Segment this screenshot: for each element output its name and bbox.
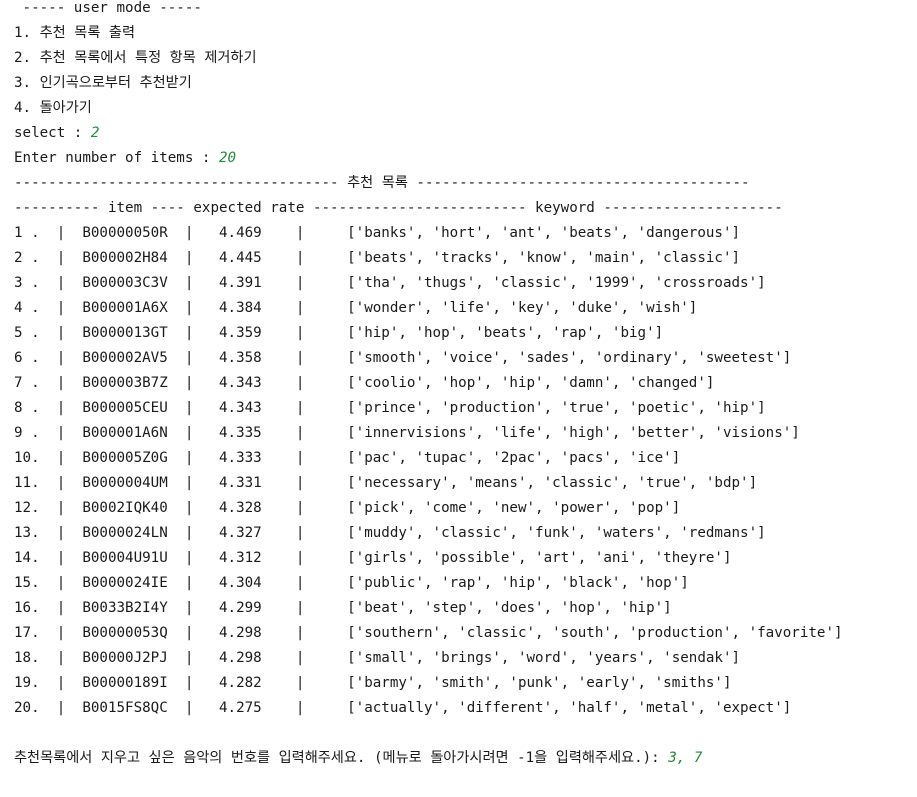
table-row: 11. | B0000004UM | 4.331 | ['necessary',… xyxy=(14,475,758,491)
table-row: 18. | B00000J2PJ | 4.298 | ['small', 'br… xyxy=(14,650,741,666)
table-row: 13. | B0000024LN | 4.327 | ['muddy', 'cl… xyxy=(14,525,766,541)
table-header-line: ---------- item ---- expected rate -----… xyxy=(14,200,783,216)
select-prompt: select : 2 xyxy=(14,125,914,150)
table-row: 8 . | B000005CEU | 4.343 | ['prince', 'p… xyxy=(14,400,766,416)
delete-input-value[interactable]: 3, 7 xyxy=(668,750,702,766)
delete-prompt: 추천목록에서 지우고 싶은 음악의 번호를 입력해주세요. (메뉴로 돌아가시려… xyxy=(14,750,914,775)
items-count-prompt: Enter number of items : 20 xyxy=(14,150,914,175)
menu-item-popular-recommend: 3. 인기곡으로부터 추천받기 xyxy=(14,75,192,91)
select-label: select : xyxy=(14,125,91,141)
delete-prompt-label: 추천목록에서 지우고 싶은 음악의 번호를 입력해주세요. (메뉴로 돌아가시려… xyxy=(14,750,669,766)
table-row: 12. | B0002IQK40 | 4.328 | ['pick', 'com… xyxy=(14,500,681,516)
table-row: 3 . | B000003C3V | 4.391 | ['tha', 'thug… xyxy=(14,275,766,291)
menu-item-remove-items: 2. 추천 목록에서 특정 항목 제거하기 xyxy=(14,50,257,66)
table-row: 7 . | B000003B7Z | 4.343 | ['coolio', 'h… xyxy=(14,375,715,391)
table-row: 6 . | B000002AV5 | 4.358 | ['smooth', 'v… xyxy=(14,350,792,366)
table-row: 9 . | B000001A6N | 4.335 | ['innervision… xyxy=(14,425,800,441)
items-count-input-value[interactable]: 20 xyxy=(219,150,236,166)
table-row: 4 . | B000001A6X | 4.384 | ['wonder', 'l… xyxy=(14,300,698,316)
table-title-line: -------------------------------------- 추… xyxy=(14,175,750,191)
items-count-label: Enter number of items : xyxy=(14,150,219,166)
menu-header: ----- user mode ----- xyxy=(14,0,202,16)
table-row: 16. | B0033B2I4Y | 4.299 | ['beat', 'ste… xyxy=(14,600,672,616)
menu-item-show-list: 1. 추천 목록 출력 xyxy=(14,25,136,41)
table-row: 10. | B000005Z0G | 4.333 | ['pac', 'tupa… xyxy=(14,450,681,466)
select-input-value[interactable]: 2 xyxy=(91,125,100,141)
table-row: 19. | B00000189I | 4.282 | ['barmy', 'sm… xyxy=(14,675,732,691)
table-row: 17. | B00000053Q | 4.298 | ['southern', … xyxy=(14,625,843,641)
table-row: 1 . | B00000050R | 4.469 | ['banks', 'ho… xyxy=(14,225,741,241)
table-row: 14. | B00004U91U | 4.312 | ['girls', 'po… xyxy=(14,550,732,566)
table-row: 5 . | B0000013GT | 4.359 | ['hip', 'hop'… xyxy=(14,325,664,341)
console-output: ----- user mode ----- 1. 추천 목록 출력 2. 추천 … xyxy=(14,0,914,775)
table-row: 2 . | B000002H84 | 4.445 | ['beats', 'tr… xyxy=(14,250,741,266)
menu-item-go-back: 4. 돌아가기 xyxy=(14,100,92,116)
table-row: 15. | B0000024IE | 4.304 | ['public', 'r… xyxy=(14,575,689,591)
table-row: 20. | B0015FS8QC | 4.275 | ['actually', … xyxy=(14,700,792,716)
recommendation-table: 1 . | B00000050R | 4.469 | ['banks', 'ho… xyxy=(14,225,914,725)
